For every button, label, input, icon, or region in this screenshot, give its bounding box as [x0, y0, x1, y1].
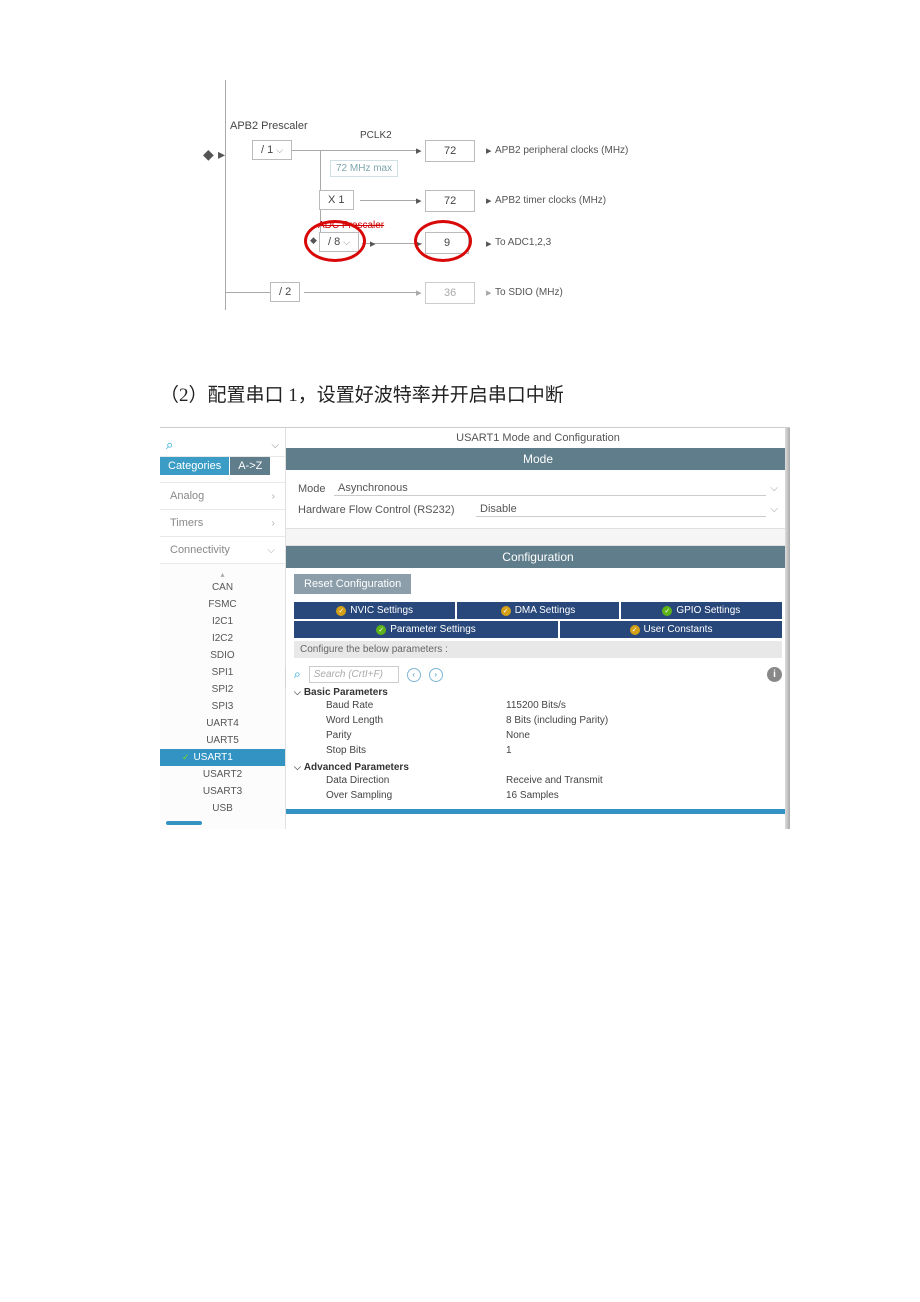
- ide-config-window: WWW.DC .com ⌕ ⌵ Categories A->Z Analog› …: [160, 427, 790, 829]
- adc-clock-label: To ADC1,2,3: [495, 237, 551, 248]
- sdio-clock-label: To SDIO (MHz): [495, 287, 563, 298]
- configure-instruction: Configure the below parameters :: [294, 641, 782, 658]
- param-stop-bits[interactable]: Stop Bits1: [294, 743, 782, 758]
- apb2-prescaler-label: APB2 Prescaler: [230, 120, 308, 132]
- ok-dot-icon: ✓: [662, 606, 672, 616]
- peripheral-spi2[interactable]: SPI2: [160, 681, 285, 698]
- peripheral-usart1[interactable]: USART1: [160, 749, 285, 766]
- search-icon: ⌕: [166, 437, 173, 453]
- chevron-down-icon: ⌵: [294, 687, 301, 697]
- sdio-divider-box: / 2: [270, 282, 300, 302]
- peripheral-spi1[interactable]: SPI1: [160, 664, 285, 681]
- warning-dot-icon: ✓: [501, 606, 511, 616]
- timer-clock-label: APB2 timer clocks (MHz): [495, 195, 606, 206]
- highlight-circle-icon: [414, 220, 472, 262]
- sidebar-search[interactable]: ⌕ ⌵: [160, 434, 285, 457]
- sdio-clock-value: 36: [425, 282, 475, 304]
- panel-title: USART1 Mode and Configuration: [286, 428, 790, 448]
- peripheral-sdio[interactable]: SDIO: [160, 647, 285, 664]
- reset-configuration-button[interactable]: Reset Configuration: [294, 574, 411, 594]
- tab-nvic-settings[interactable]: ✓NVIC Settings: [294, 602, 455, 619]
- basic-parameters-group[interactable]: ⌵Basic Parameters: [294, 687, 782, 698]
- timer-clock-value: 72: [425, 190, 475, 212]
- category-timers[interactable]: Timers›: [160, 510, 285, 537]
- peripheral-fsmc[interactable]: FSMC: [160, 596, 285, 613]
- param-data-direction[interactable]: Data DirectionReceive and Transmit: [294, 773, 782, 788]
- scroll-up-icon[interactable]: ▴: [160, 570, 285, 579]
- section-heading: （2）配置串口 1，设置好波特率并开启串口中断: [160, 380, 920, 407]
- tab-parameter-settings[interactable]: ✓Parameter Settings: [294, 621, 558, 638]
- info-icon[interactable]: i: [767, 667, 782, 682]
- config-section-header: Configuration: [286, 546, 790, 568]
- category-connectivity[interactable]: Connectivity⌵: [160, 537, 285, 564]
- peripheral-usart2[interactable]: USART2: [160, 766, 285, 783]
- search-icon: ⌕: [294, 667, 301, 682]
- tab-categories[interactable]: Categories: [160, 457, 230, 475]
- tab-a-z[interactable]: A->Z: [230, 457, 271, 475]
- peripheral-usart3[interactable]: USART3: [160, 783, 285, 800]
- apb2-clock-value: 72: [425, 140, 475, 162]
- category-analog[interactable]: Analog›: [160, 483, 285, 510]
- peripheral-sidebar: ⌕ ⌵ Categories A->Z Analog› Timers› Conn…: [160, 428, 286, 829]
- chevron-down-icon: ⌵: [271, 440, 279, 451]
- peripheral-usb[interactable]: USB: [160, 800, 285, 817]
- warning-dot-icon: ✓: [630, 625, 640, 635]
- chevron-down-icon: ⌵: [770, 483, 778, 494]
- peripheral-can[interactable]: CAN: [160, 579, 285, 596]
- param-over-sampling[interactable]: Over Sampling16 Samples: [294, 788, 782, 803]
- bottom-highlight-strip: [286, 809, 790, 814]
- main-config-panel: USART1 Mode and Configuration Mode Mode …: [286, 428, 790, 829]
- chevron-right-icon: ›: [272, 518, 275, 529]
- param-parity[interactable]: ParityNone: [294, 728, 782, 743]
- peripheral-i2c2[interactable]: I2C2: [160, 630, 285, 647]
- param-word-length[interactable]: Word Length8 Bits (including Parity): [294, 713, 782, 728]
- pclk2-max-label: 72 MHz max: [330, 160, 398, 177]
- param-baud-rate[interactable]: Baud Rate115200 Bits/s: [294, 698, 782, 713]
- chevron-right-icon: ›: [272, 491, 275, 502]
- tab-user-constants[interactable]: ✓User Constants: [560, 621, 782, 638]
- peripheral-uart4[interactable]: UART4: [160, 715, 285, 732]
- mode-section-header: Mode: [286, 448, 790, 470]
- chevron-down-icon: ⌵: [267, 545, 275, 556]
- peripheral-spi3[interactable]: SPI3: [160, 698, 285, 715]
- chevron-down-icon: ⌵: [770, 504, 778, 515]
- hwflow-select[interactable]: Disable: [476, 502, 766, 517]
- sidebar-scrollbar[interactable]: [160, 817, 285, 829]
- chevron-down-icon: ⌵: [276, 145, 283, 156]
- highlight-circle-icon: [304, 220, 366, 262]
- search-prev-icon[interactable]: ‹: [407, 668, 421, 682]
- mode-select[interactable]: Asynchronous: [334, 481, 766, 496]
- tab-dma-settings[interactable]: ✓DMA Settings: [457, 602, 618, 619]
- warning-dot-icon: ✓: [336, 606, 346, 616]
- peripheral-uart5[interactable]: UART5: [160, 732, 285, 749]
- timer-multiplier-box: X 1: [319, 190, 354, 210]
- search-next-icon[interactable]: ›: [429, 668, 443, 682]
- mode-label: Mode: [298, 483, 334, 495]
- advanced-parameters-group[interactable]: ⌵Advanced Parameters: [294, 762, 782, 773]
- clock-tree-diagram: ▸ ◆ APB2 Prescaler / 1⌵ PCLK2 72 MHz max…: [200, 80, 760, 320]
- parameter-search-input[interactable]: Search (CrtI+F): [309, 666, 399, 683]
- peripheral-i2c1[interactable]: I2C1: [160, 613, 285, 630]
- peripheral-list: ▴ CAN FSMC I2C1 I2C2 SDIO SPI1 SPI2 SPI3…: [160, 564, 285, 829]
- ok-dot-icon: ✓: [376, 625, 386, 635]
- chevron-down-icon: ⌵: [294, 762, 301, 772]
- pclk2-label: PCLK2: [360, 130, 392, 141]
- tab-gpio-settings[interactable]: ✓GPIO Settings: [621, 602, 782, 619]
- hwflow-label: Hardware Flow Control (RS232): [298, 504, 476, 516]
- apb2-clock-label: APB2 peripheral clocks (MHz): [495, 145, 628, 156]
- apb2-prescaler-select[interactable]: / 1⌵: [252, 140, 292, 160]
